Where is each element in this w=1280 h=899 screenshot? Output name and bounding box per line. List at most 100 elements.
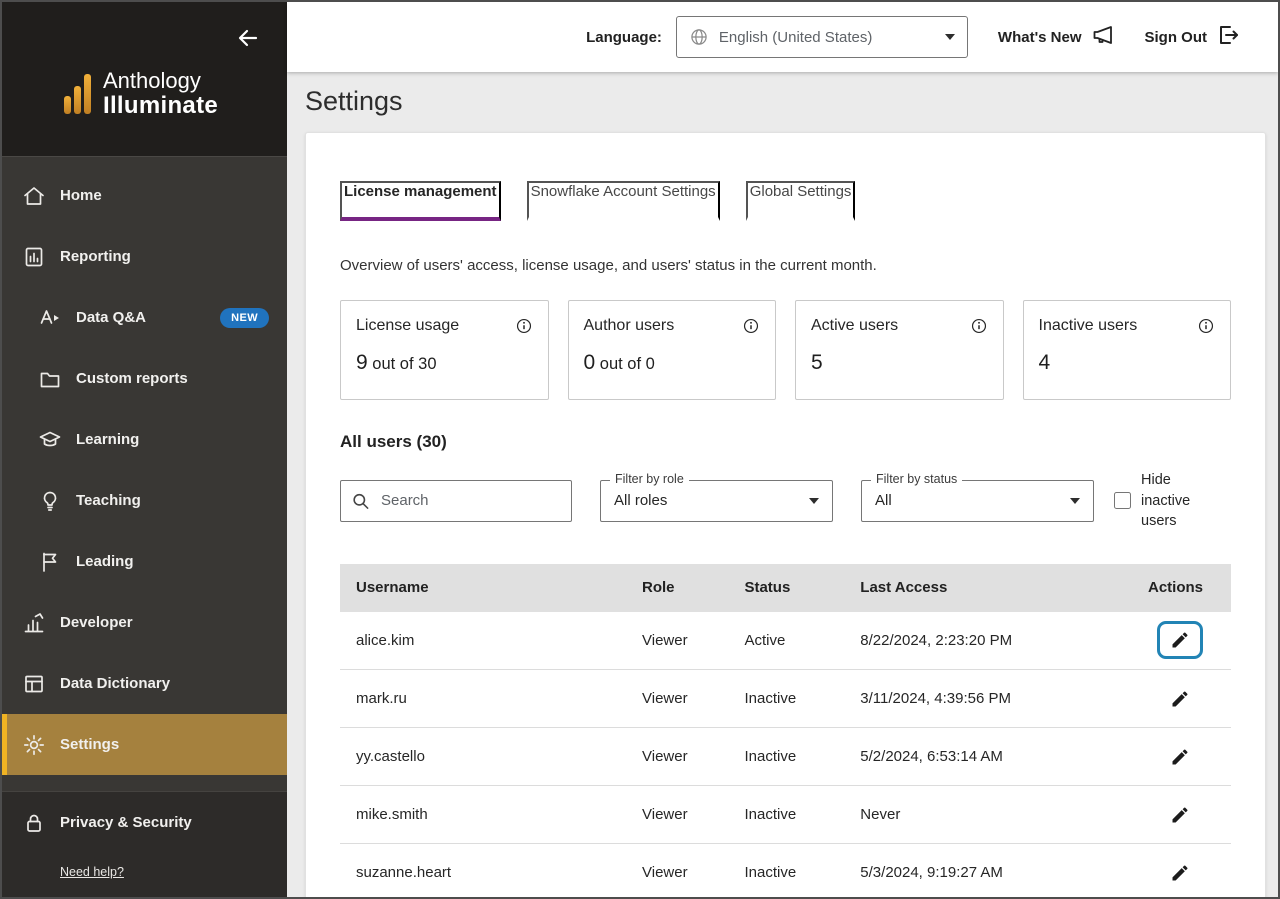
last-access-cell: 5/2/2024, 6:53:14 AM xyxy=(852,728,1106,786)
stat-value: 0 out of 0 xyxy=(584,351,761,375)
users-table: Username Role Status Last Access Actions… xyxy=(340,564,1231,897)
chevron-down-icon xyxy=(809,498,819,504)
tab-global-settings[interactable]: Global Settings xyxy=(746,181,856,221)
filter-by-role-select[interactable]: Filter by role All roles xyxy=(600,480,833,522)
whats-new-button[interactable]: What's New xyxy=(998,23,1115,51)
last-access-cell: Never xyxy=(852,786,1106,844)
table-row: suzanne.heart Viewer Inactive 5/3/2024, … xyxy=(340,844,1231,897)
table-row: mike.smith Viewer Inactive Never xyxy=(340,786,1231,844)
hide-inactive-label[interactable]: Hide inactive users xyxy=(1141,470,1199,532)
info-icon[interactable] xyxy=(1197,317,1215,335)
globe-icon xyxy=(689,27,709,47)
sidebar-item-privacy-security[interactable]: Privacy & Security xyxy=(2,792,287,853)
table-row: mark.ru Viewer Inactive 3/11/2024, 4:39:… xyxy=(340,670,1231,728)
info-icon[interactable] xyxy=(515,317,533,335)
table-row: alice.kim Viewer Active 8/22/2024, 2:23:… xyxy=(340,612,1231,670)
last-access-cell: 5/3/2024, 9:19:27 AM xyxy=(852,844,1106,897)
sidebar-item-label: Developer xyxy=(60,614,133,631)
filter-by-status-value: All xyxy=(875,492,892,509)
brand-line1: Anthology xyxy=(103,68,218,93)
teaching-icon xyxy=(38,489,62,513)
data-qa-icon xyxy=(38,306,62,330)
search-icon xyxy=(351,491,370,510)
tabs: License management Snowflake Account Set… xyxy=(340,181,1231,221)
sidebar-item-label: Teaching xyxy=(76,492,141,509)
filter-by-role-value: All roles xyxy=(614,492,667,509)
sign-out-icon xyxy=(1216,23,1240,51)
edit-user-button[interactable] xyxy=(1157,680,1203,718)
sidebar-item-data-dictionary[interactable]: Data Dictionary xyxy=(2,653,287,714)
new-badge: NEW xyxy=(220,308,269,328)
data-dictionary-icon xyxy=(22,672,46,696)
hide-inactive-checkbox[interactable] xyxy=(1114,492,1131,509)
sidebar-item-home[interactable]: Home xyxy=(2,165,287,226)
collapse-sidebar-button[interactable] xyxy=(233,24,263,54)
role-cell: Viewer xyxy=(634,786,736,844)
stat-card-inactive-users: Inactive users 4 xyxy=(1023,300,1232,400)
info-icon[interactable] xyxy=(742,317,760,335)
stat-value: 5 xyxy=(811,351,988,375)
sign-out-button[interactable]: Sign Out xyxy=(1145,23,1241,51)
stat-card-author-users: Author users 0 out of 0 xyxy=(568,300,777,400)
pencil-icon xyxy=(1170,689,1190,709)
sidebar-item-learning[interactable]: Learning xyxy=(2,409,287,470)
status-cell: Inactive xyxy=(736,728,852,786)
filter-by-role-legend: Filter by role xyxy=(610,472,689,486)
sidebar-item-leading[interactable]: Leading xyxy=(2,531,287,592)
sidebar-item-reporting[interactable]: Reporting xyxy=(2,226,287,287)
stat-label: Active users xyxy=(811,317,898,335)
role-cell: Viewer xyxy=(634,728,736,786)
need-help-link[interactable]: Need help? xyxy=(60,865,124,879)
stat-label: License usage xyxy=(356,317,459,335)
settings-icon xyxy=(22,733,46,757)
info-icon[interactable] xyxy=(970,317,988,335)
last-access-cell: 8/22/2024, 2:23:20 PM xyxy=(852,612,1106,670)
pencil-icon xyxy=(1170,863,1190,883)
filter-by-status-select[interactable]: Filter by status All xyxy=(861,480,1094,522)
tab-license-management[interactable]: License management xyxy=(340,181,501,221)
filter-by-status-legend: Filter by status xyxy=(871,472,962,486)
edit-user-button[interactable] xyxy=(1157,854,1203,892)
home-icon xyxy=(22,184,46,208)
status-cell: Inactive xyxy=(736,670,852,728)
sidebar-item-custom-reports[interactable]: Custom reports xyxy=(2,348,287,409)
hide-inactive-users-control: Hide inactive users xyxy=(1114,470,1199,532)
stat-card-license-usage: License usage 9 out of 30 xyxy=(340,300,549,400)
stat-card-active-users: Active users 5 xyxy=(795,300,1004,400)
language-select[interactable]: English (United States) xyxy=(676,16,968,58)
anthology-illuminate-logo: Anthology Illuminate xyxy=(64,68,218,120)
chevron-down-icon xyxy=(945,34,955,40)
edit-user-button[interactable] xyxy=(1157,738,1203,776)
stat-value: 4 xyxy=(1039,351,1216,375)
topbar: Language: English (United States) What's… xyxy=(287,2,1278,72)
settings-card: License management Snowflake Account Set… xyxy=(305,132,1266,897)
sidebar-item-settings[interactable]: Settings xyxy=(2,714,287,775)
whats-new-label: What's New xyxy=(998,29,1082,46)
custom-reports-icon xyxy=(38,367,62,391)
status-cell: Active xyxy=(736,612,852,670)
column-header-username: Username xyxy=(340,564,634,612)
stat-label: Author users xyxy=(584,317,675,335)
username-cell: mike.smith xyxy=(340,786,634,844)
edit-user-button[interactable] xyxy=(1157,796,1203,834)
sidebar-bottom-nav: Privacy & Security xyxy=(2,792,287,853)
search-input[interactable] xyxy=(340,480,572,522)
sidebar-item-teaching[interactable]: Teaching xyxy=(2,470,287,531)
arrow-left-icon xyxy=(236,38,260,53)
privacy-lock-icon xyxy=(22,811,46,835)
edit-user-button[interactable] xyxy=(1157,621,1203,659)
sidebar-item-label: Privacy & Security xyxy=(60,814,192,831)
pencil-icon xyxy=(1170,630,1190,650)
tab-snowflake-account-settings[interactable]: Snowflake Account Settings xyxy=(527,181,720,221)
main-content: Settings License management Snowflake Ac… xyxy=(287,72,1278,897)
language-group: Language: English (United States) xyxy=(586,16,968,58)
sidebar-item-label: Custom reports xyxy=(76,370,188,387)
sidebar-item-label: Settings xyxy=(60,736,119,753)
column-header-last-access: Last Access xyxy=(852,564,1106,612)
last-access-cell: 3/11/2024, 4:39:56 PM xyxy=(852,670,1106,728)
leading-icon xyxy=(38,550,62,574)
sign-out-label: Sign Out xyxy=(1145,29,1208,46)
sidebar-item-data-q-a[interactable]: Data Q&A NEW xyxy=(2,287,287,348)
username-cell: suzanne.heart xyxy=(340,844,634,897)
sidebar-item-developer[interactable]: Developer xyxy=(2,592,287,653)
